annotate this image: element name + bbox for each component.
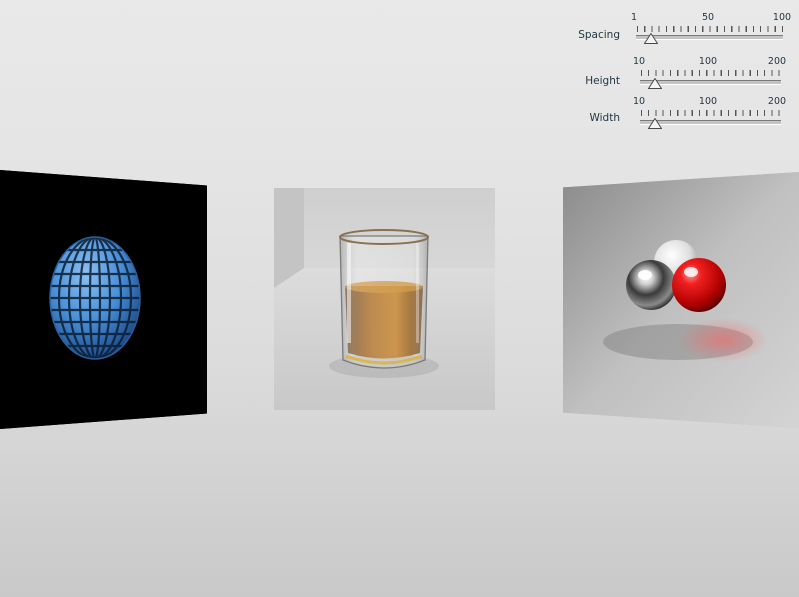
slider-controls: 1 50 100 Spacing 10 100 200 Height 10 10…	[560, 0, 799, 140]
spacing-tick-max: 100	[772, 12, 792, 23]
spacing-slider-track[interactable]	[636, 35, 783, 40]
height-tick-min: 10	[632, 56, 646, 67]
height-label: Height	[585, 75, 620, 87]
width-tick-mid: 100	[698, 96, 718, 107]
spacing-tick-labels: 1 50 100	[630, 12, 791, 24]
spacing-ticks	[637, 26, 783, 32]
gallery-item-whisky-glass[interactable]	[274, 188, 495, 410]
lattice-egg-image	[0, 170, 207, 429]
height-tick-labels: 10 100 200	[633, 56, 786, 68]
spacing-tick-mid: 50	[701, 12, 715, 23]
whisky-glass-image	[274, 188, 495, 410]
triangle-thumb-icon	[647, 78, 662, 89]
width-slider-thumb[interactable]	[647, 118, 662, 129]
spacing-slider-thumb[interactable]	[643, 33, 658, 44]
height-ticks	[641, 70, 781, 76]
width-tick-min: 10	[632, 96, 646, 107]
gallery-item-lattice-egg[interactable]	[0, 170, 207, 429]
spheres-image	[563, 172, 799, 428]
triangle-thumb-icon	[647, 118, 662, 129]
height-slider-thumb[interactable]	[647, 78, 662, 89]
width-label: Width	[589, 112, 620, 124]
spacing-tick-min: 1	[630, 12, 638, 23]
height-tick-mid: 100	[698, 56, 718, 67]
triangle-thumb-icon	[643, 33, 658, 44]
height-tick-max: 200	[767, 56, 787, 67]
width-ticks	[641, 110, 781, 116]
width-tick-labels: 10 100 200	[633, 96, 786, 108]
spacing-label: Spacing	[578, 29, 620, 41]
gallery-item-spheres[interactable]	[563, 172, 799, 428]
width-tick-max: 200	[767, 96, 787, 107]
